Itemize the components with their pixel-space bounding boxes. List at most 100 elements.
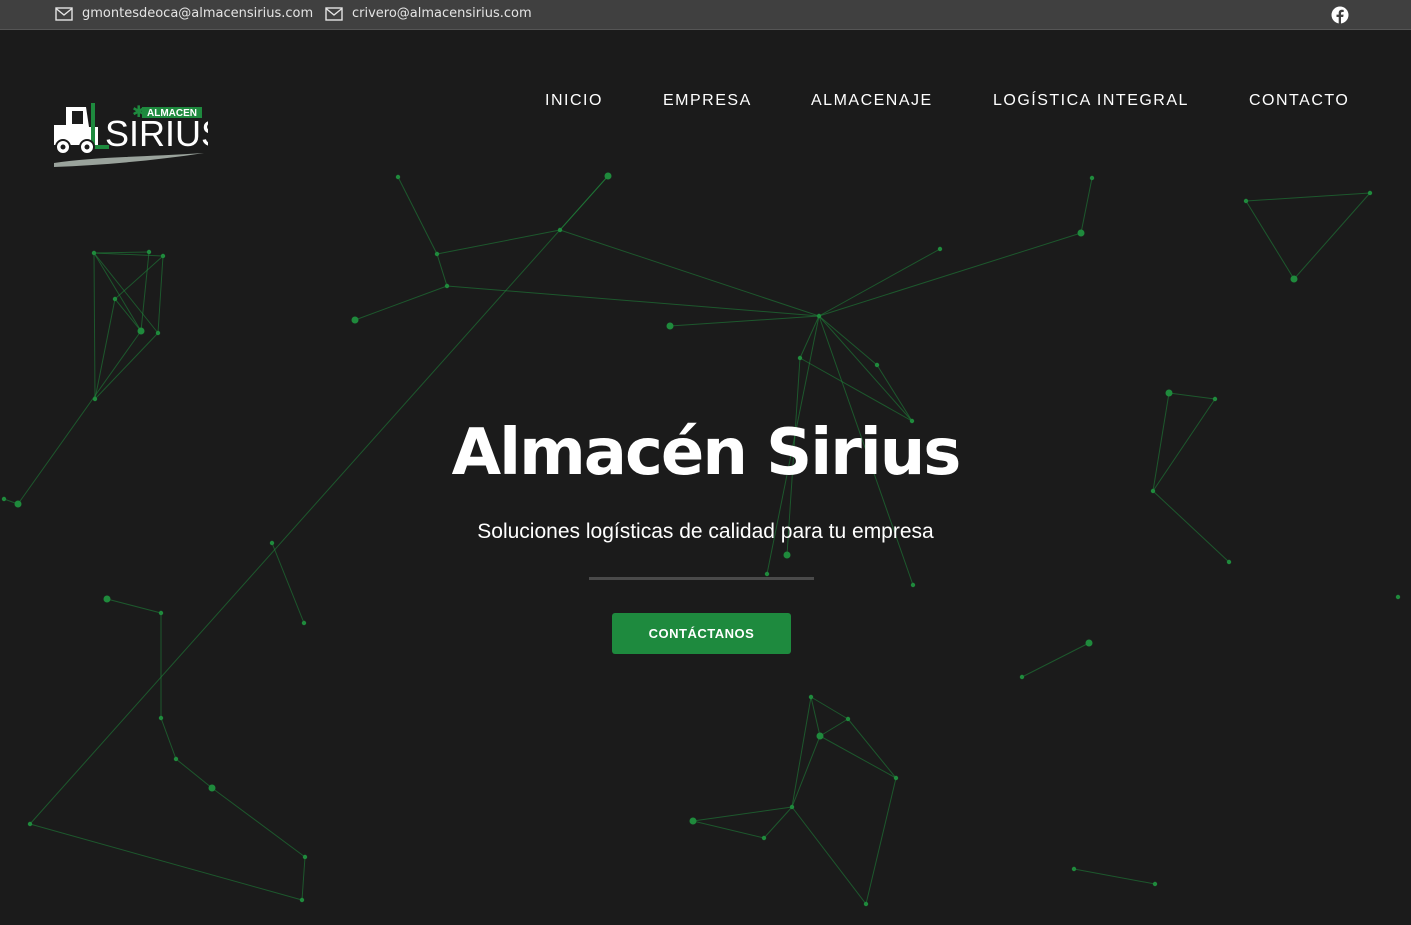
network-link	[94, 298, 116, 400]
network-link	[106, 598, 162, 614]
network-link	[93, 252, 142, 332]
network-link	[271, 542, 305, 624]
network-node	[1152, 881, 1158, 887]
network-link	[446, 285, 820, 317]
network-link	[799, 315, 820, 359]
network-node	[1077, 229, 1085, 237]
network-node	[893, 775, 899, 781]
network-link	[436, 253, 448, 287]
network-node	[1367, 190, 1373, 196]
email-link-2[interactable]: crivero@almacensirius.com	[325, 6, 532, 21]
hero-title: Almacén Sirius	[451, 416, 962, 490]
email-link-1[interactable]: gmontesdeoca@almacensirius.com	[55, 6, 313, 21]
network-node	[395, 174, 401, 180]
network-node	[299, 897, 305, 903]
network-link	[819, 718, 849, 737]
network-link	[865, 777, 897, 905]
network-link	[94, 332, 159, 400]
network-link	[1245, 200, 1295, 280]
network-node	[14, 500, 22, 508]
network-link	[175, 758, 213, 789]
network-link	[818, 232, 1082, 317]
nav-almacenaje[interactable]: ALMACENAJE	[811, 92, 933, 112]
network-node	[1212, 396, 1218, 402]
network-link	[847, 718, 897, 779]
nav-inicio[interactable]: INICIO	[545, 92, 603, 112]
network-node	[1290, 275, 1298, 283]
top-bar: gmontesdeoca@almacensirius.com crivero@a…	[0, 0, 1411, 30]
network-node	[761, 835, 767, 841]
logo-brand: SIRIUS	[105, 113, 208, 154]
network-node	[816, 313, 822, 319]
network-link	[29, 823, 303, 901]
network-node	[797, 355, 803, 361]
network-node	[783, 551, 791, 559]
network-node	[1071, 866, 1077, 872]
facebook-icon[interactable]	[1331, 6, 1349, 24]
network-link	[763, 806, 793, 839]
network-node	[1165, 389, 1173, 397]
network-node	[1395, 594, 1401, 600]
network-node	[789, 804, 795, 810]
network-node	[937, 246, 943, 252]
network-node	[160, 253, 166, 259]
network-link	[818, 248, 941, 317]
nav-empresa[interactable]: EMPRESA	[663, 92, 752, 112]
envelope-icon	[55, 6, 73, 21]
network-link	[160, 717, 177, 760]
network-node	[1, 496, 7, 502]
network-link	[114, 298, 142, 332]
network-link	[692, 820, 765, 839]
network-node	[1089, 175, 1095, 181]
network-link	[819, 735, 897, 779]
forklift-icon	[54, 103, 109, 155]
network-node	[351, 316, 359, 324]
network-link	[692, 806, 793, 822]
network-node	[764, 571, 770, 577]
nav-logistica-integral[interactable]: LOGÍSTICA INTEGRAL	[993, 92, 1189, 112]
network-node	[173, 756, 179, 762]
network-link	[818, 315, 913, 422]
network-link	[669, 315, 820, 327]
envelope-icon	[325, 6, 343, 21]
network-link	[1245, 192, 1371, 202]
network-link	[1073, 868, 1156, 885]
network-link	[140, 251, 150, 332]
network-node	[158, 610, 164, 616]
network-node	[557, 227, 563, 233]
hero-divider	[589, 577, 814, 580]
network-node	[808, 694, 814, 700]
network-node	[91, 250, 97, 256]
network-node	[103, 595, 111, 603]
network-link	[93, 251, 150, 254]
network-node	[112, 296, 118, 302]
hero-subtitle: Soluciones logísticas de calidad para tu…	[477, 520, 934, 543]
network-node	[434, 251, 440, 257]
contact-cta-button[interactable]: CONTÁCTANOS	[612, 613, 791, 654]
nav-contacto[interactable]: CONTACTO	[1249, 92, 1349, 112]
network-link	[810, 696, 821, 737]
network-node	[208, 784, 216, 792]
network-link	[1080, 177, 1093, 234]
network-link	[559, 229, 820, 317]
network-link	[301, 856, 306, 901]
network-node	[816, 732, 824, 740]
network-link	[876, 364, 913, 422]
network-node	[604, 172, 612, 180]
network-node	[1243, 198, 1249, 204]
network-node	[689, 817, 697, 825]
network-node	[666, 322, 674, 330]
network-link	[93, 252, 164, 257]
network-node	[155, 330, 161, 336]
network-link	[1293, 192, 1371, 280]
network-node	[1019, 674, 1025, 680]
hero-section: ALMACEN ✱ SIRIUS INICIO EMPRESA ALMACENA…	[0, 31, 1411, 925]
network-link	[791, 696, 812, 808]
network-node	[444, 283, 450, 289]
network-link	[157, 255, 164, 334]
network-node	[137, 327, 145, 335]
email-text-1: gmontesdeoca@almacensirius.com	[82, 6, 314, 21]
network-node	[158, 715, 164, 721]
site-logo[interactable]: ALMACEN ✱ SIRIUS	[52, 101, 208, 169]
network-link	[93, 252, 96, 400]
